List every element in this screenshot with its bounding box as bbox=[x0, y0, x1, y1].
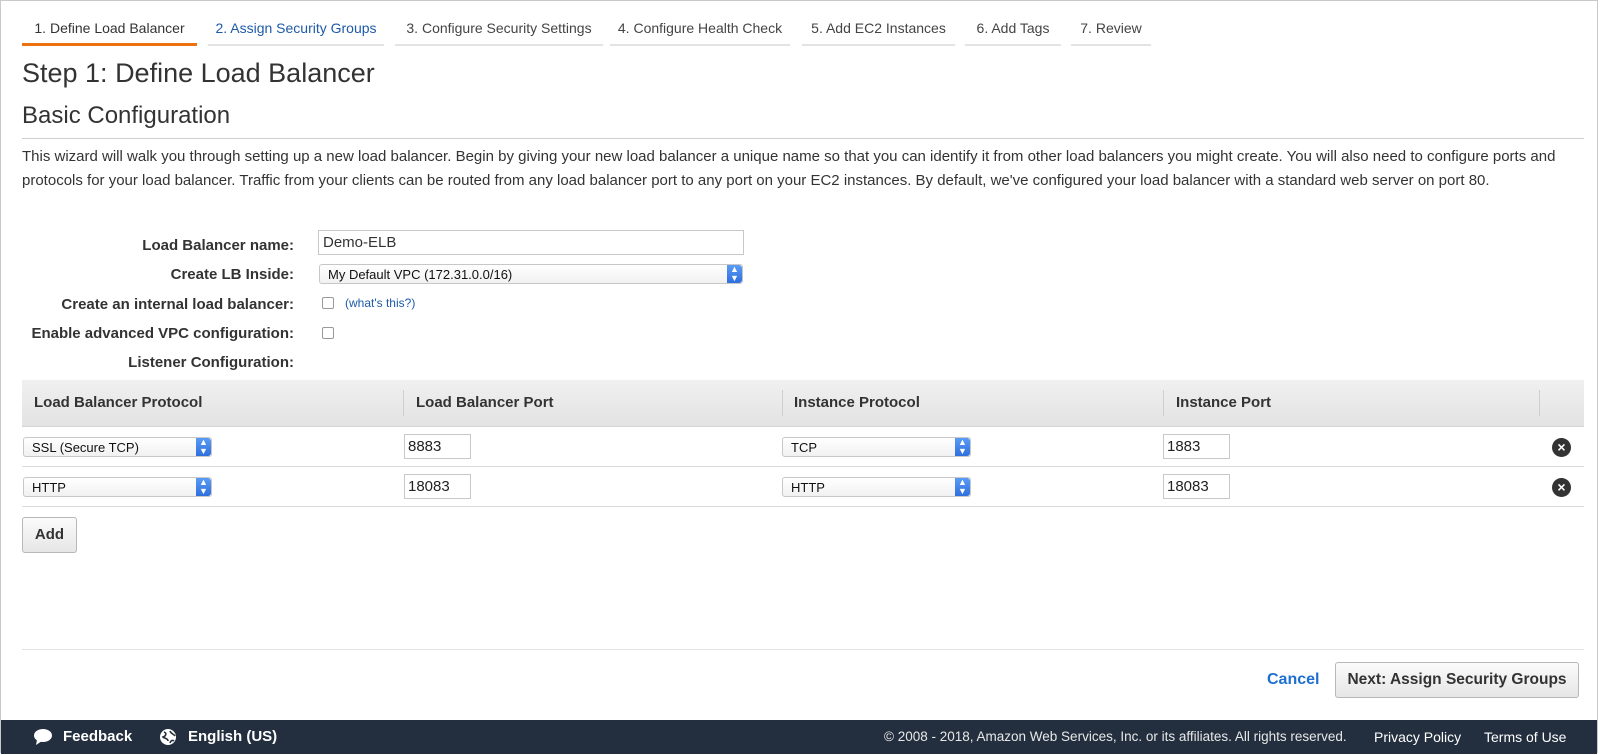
lb-port-input[interactable] bbox=[404, 474, 471, 499]
wizard-description: This wizard will walk you through settin… bbox=[22, 148, 1556, 189]
section-title: Basic Configuration bbox=[22, 102, 231, 129]
name-label: Load Balancer name: bbox=[142, 237, 294, 254]
advanced-vpc-checkbox[interactable] bbox=[322, 327, 334, 339]
remove-icon[interactable]: × bbox=[1552, 478, 1571, 497]
tab-define-load-balancer[interactable]: 1. Define Load Balancer bbox=[22, 0, 197, 46]
instance-port-input[interactable] bbox=[1163, 434, 1230, 459]
select-arrows-icon: ▲ ▼ bbox=[727, 265, 742, 283]
instance-protocol-select[interactable]: HTTP ▲ ▼ bbox=[782, 477, 971, 497]
listener-config-label: Listener Configuration: bbox=[128, 354, 294, 371]
col-instance-port: Instance Port bbox=[1176, 394, 1272, 411]
instance-protocol-select[interactable]: TCP ▲ ▼ bbox=[782, 437, 971, 457]
instance-protocol-value: TCP bbox=[791, 440, 817, 455]
globe-icon bbox=[160, 729, 176, 745]
instance-protocol-value: HTTP bbox=[791, 480, 825, 495]
select-arrows-icon: ▲ ▼ bbox=[196, 438, 211, 456]
feedback-link[interactable]: Feedback bbox=[63, 720, 132, 754]
tab-assign-security-groups[interactable]: 2. Assign Security Groups bbox=[208, 0, 384, 46]
listener-table-header: Load Balancer Protocol Load Balancer Por… bbox=[22, 380, 1584, 427]
load-balancer-name-input[interactable] bbox=[318, 230, 744, 255]
select-arrows-icon: ▲ ▼ bbox=[955, 438, 970, 456]
footer-bar: Feedback English (US) © 2008 - 2018, Ama… bbox=[1, 720, 1597, 754]
row-divider bbox=[22, 506, 1584, 507]
lb-port-input[interactable] bbox=[404, 434, 471, 459]
vpc-select[interactable]: My Default VPC (172.31.0.0/16) ▲ ▼ bbox=[319, 264, 743, 284]
internal-lb-label: Create an internal load balancer: bbox=[61, 296, 294, 313]
whats-this-link[interactable]: (what's this?) bbox=[345, 296, 415, 310]
internal-lb-checkbox[interactable] bbox=[322, 297, 334, 309]
select-arrows-icon: ▲ ▼ bbox=[196, 478, 211, 496]
page-title: Step 1: Define Load Balancer bbox=[22, 58, 375, 88]
tab-configure-health-check[interactable]: 4. Configure Health Check bbox=[610, 0, 790, 46]
language-selector[interactable]: English (US) bbox=[188, 720, 277, 754]
tab-add-ec2-instances[interactable]: 5. Add EC2 Instances bbox=[802, 0, 955, 46]
tab-add-tags[interactable]: 6. Add Tags bbox=[965, 0, 1061, 46]
advanced-vpc-label: Enable advanced VPC configuration: bbox=[31, 325, 294, 342]
tab-configure-security-settings[interactable]: 3. Configure Security Settings bbox=[395, 0, 603, 46]
col-lb-port: Load Balancer Port bbox=[416, 394, 554, 411]
add-listener-button[interactable]: Add bbox=[22, 517, 77, 553]
vpc-select-value: My Default VPC (172.31.0.0/16) bbox=[328, 267, 513, 282]
row-divider bbox=[22, 466, 1584, 467]
terms-of-use-link[interactable]: Terms of Use bbox=[1484, 720, 1566, 754]
tab-review[interactable]: 7. Review bbox=[1071, 0, 1151, 46]
instance-port-input[interactable] bbox=[1163, 474, 1230, 499]
section-divider bbox=[22, 138, 1584, 139]
copyright-text: © 2008 - 2018, Amazon Web Services, Inc.… bbox=[884, 729, 1347, 744]
col-divider bbox=[1539, 390, 1540, 416]
feedback-bubble-icon bbox=[34, 729, 52, 745]
select-arrows-icon: ▲ ▼ bbox=[955, 478, 970, 496]
lb-protocol-value: SSL (Secure TCP) bbox=[32, 440, 139, 455]
lb-protocol-select[interactable]: SSL (Secure TCP) ▲ ▼ bbox=[23, 437, 212, 457]
privacy-policy-link[interactable]: Privacy Policy bbox=[1374, 720, 1461, 754]
col-lb-protocol: Load Balancer Protocol bbox=[34, 394, 203, 411]
actions-divider bbox=[22, 649, 1584, 650]
inside-label: Create LB Inside: bbox=[170, 266, 294, 283]
col-instance-protocol: Instance Protocol bbox=[794, 394, 920, 411]
remove-icon[interactable]: × bbox=[1552, 438, 1571, 457]
next-assign-security-groups-button[interactable]: Next: Assign Security Groups bbox=[1335, 662, 1579, 698]
lb-protocol-select[interactable]: HTTP ▲ ▼ bbox=[23, 477, 212, 497]
window-frame bbox=[0, 0, 1598, 753]
lb-protocol-value: HTTP bbox=[32, 480, 66, 495]
cancel-button[interactable]: Cancel bbox=[1267, 671, 1319, 689]
